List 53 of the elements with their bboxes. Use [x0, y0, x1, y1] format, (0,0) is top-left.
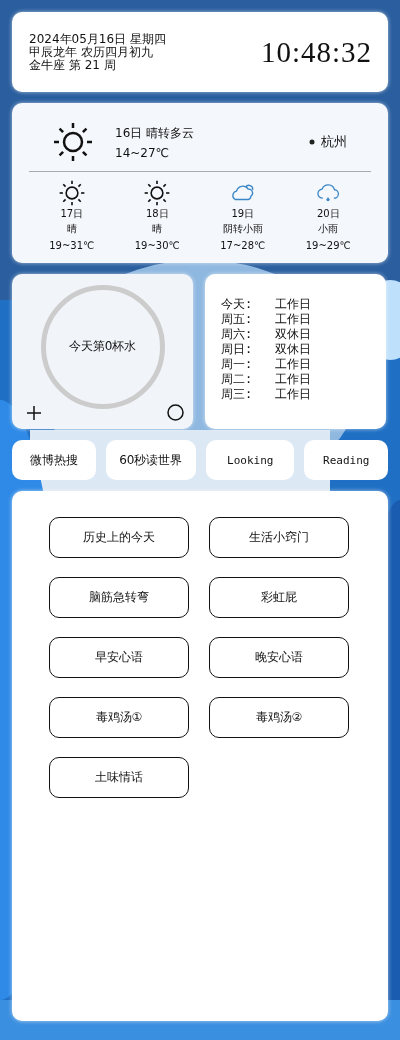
sun-icon [144, 180, 171, 206]
city-name: 杭州 [321, 133, 347, 151]
date-text: 2024年05月16日 星期四 [29, 32, 166, 46]
feature-button[interactable]: 彩虹屁 [209, 577, 349, 618]
sun-icon [53, 122, 93, 162]
feature-button[interactable]: 晚安心语 [209, 637, 349, 678]
holiday-type: 双休日 [275, 341, 312, 356]
holiday-type: 工作日 [275, 311, 312, 326]
forecast-day: 17日 [60, 207, 84, 221]
water-count: 今天第0杯水 [68, 338, 137, 355]
forecast-weather: 晴 [66, 222, 77, 236]
holiday-day: 周日: [221, 341, 275, 356]
holiday-day: 周六: [221, 326, 275, 341]
feature-button[interactable]: 毒鸡汤② [209, 697, 349, 738]
holiday-day: 周一: [221, 356, 275, 371]
holiday-type: 工作日 [275, 296, 312, 311]
forecast-day: 19日 [231, 207, 255, 221]
feature-button[interactable]: 历史上的今天 [49, 517, 189, 558]
today-temperature: 14~27℃ [115, 145, 171, 160]
forecast-temperature: 19~29℃ [305, 240, 351, 251]
forecast-day: 20日 [316, 207, 340, 221]
location-dot-icon [309, 139, 315, 145]
clock-time: 10:48:32 [260, 35, 372, 69]
nav-tab[interactable]: Reading [304, 440, 388, 480]
feature-button[interactable]: 毒鸡汤① [49, 697, 189, 738]
date-text: 金牛座 第 21 周 [29, 58, 117, 72]
holiday-type: 工作日 [275, 371, 312, 386]
forecast-temperature: 17~28℃ [220, 240, 266, 251]
circle-icon[interactable] [167, 404, 184, 421]
holiday-type: 工作日 [275, 386, 312, 401]
holiday-day: 周三: [221, 386, 275, 401]
date-text: 甲辰龙年 农历四月初九 [29, 45, 154, 59]
forecast-weather: 阴转小雨 [222, 222, 263, 236]
feature-button[interactable]: 土味情话 [49, 757, 189, 798]
feature-button[interactable]: 早安心语 [49, 637, 189, 678]
feature-button[interactable]: 脑筋急转弯 [49, 577, 189, 618]
today-weather: 16日 晴转多云 [115, 124, 196, 142]
nav-tab[interactable]: 微博热搜 [12, 440, 96, 480]
forecast-weather: 晴 [152, 222, 163, 236]
forecast-day: 18日 [145, 207, 169, 221]
forecast-temperature: 19~31℃ [49, 240, 95, 251]
feature-button[interactable]: 生活小窍门 [209, 517, 349, 558]
nav-tab[interactable]: 60秒读世界 [105, 440, 196, 480]
forecast-weather: 小雨 [318, 222, 339, 236]
holiday-day: 周二: [221, 371, 275, 386]
holiday-day: 今天: [221, 296, 275, 311]
holiday-type: 工作日 [275, 356, 312, 371]
forecast-temperature: 19~30℃ [134, 240, 180, 251]
nav-tab[interactable]: Looking [206, 440, 295, 480]
holiday-type: 双休日 [275, 326, 312, 341]
plus-icon[interactable] [26, 405, 42, 421]
sun-icon [58, 180, 85, 206]
holiday-day: 周五: [221, 311, 275, 326]
